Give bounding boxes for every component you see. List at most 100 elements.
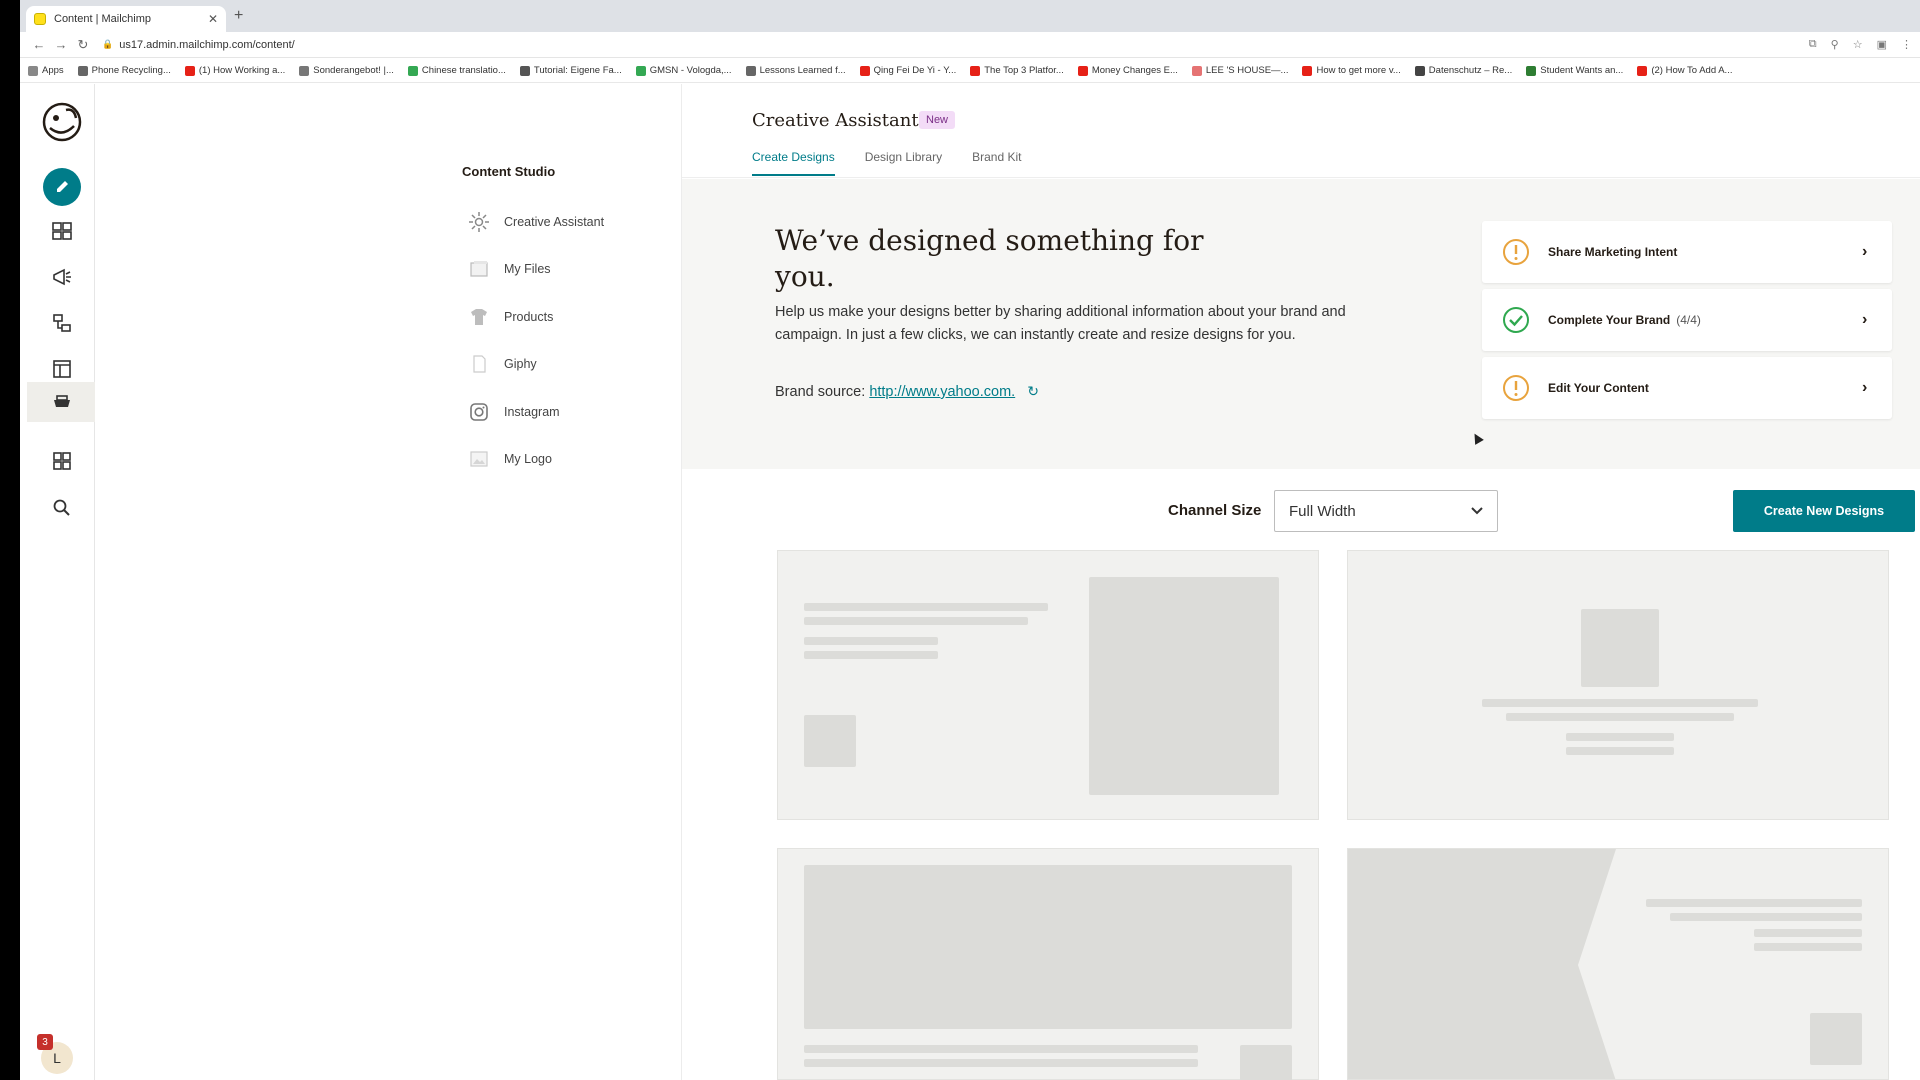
content-studio-icon xyxy=(54,395,70,407)
tab-create-designs[interactable]: Create Designs xyxy=(752,150,835,176)
campaigns-nav-button[interactable] xyxy=(49,264,75,290)
brand-source-link[interactable]: http://www.yahoo.com. xyxy=(869,384,1015,400)
bookmark-favicon-icon xyxy=(1414,65,1425,76)
create-new-designs-button[interactable]: Create New Designs xyxy=(1733,490,1915,532)
design-placeholder-card[interactable] xyxy=(1347,550,1889,820)
skeleton-line xyxy=(1482,699,1758,707)
bookmark-item[interactable]: Student Wants an... xyxy=(1526,65,1623,76)
back-icon[interactable]: ← xyxy=(28,37,50,52)
bookmark-item[interactable]: Money Changes E... xyxy=(1077,65,1178,76)
app: L 3 Content Studio Creative Assistant My… xyxy=(20,84,1920,1080)
audience-nav-button[interactable] xyxy=(49,218,75,244)
sidebar-item-my-logo[interactable]: My Logo xyxy=(468,436,668,484)
bookmark-item[interactable]: Datenschutz – Re... xyxy=(1414,65,1513,76)
design-placeholder-card[interactable] xyxy=(777,550,1319,820)
hero-panel: We’ve designed something for you. Help u… xyxy=(682,179,1920,469)
design-placeholder-card[interactable] xyxy=(1347,848,1889,1080)
address-bar[interactable]: 🔒 us17.admin.mailchimp.com/content/ xyxy=(102,35,1809,55)
sidebar-item-my-files[interactable]: My Files xyxy=(468,246,668,294)
warning-icon xyxy=(1503,375,1529,401)
bookmark-label: The Top 3 Platfor... xyxy=(984,65,1064,76)
bookmark-item[interactable]: How to get more v... xyxy=(1302,65,1401,76)
bookmark-label: Datenschutz – Re... xyxy=(1428,65,1513,76)
browser-tab[interactable]: Content | Mailchimp ✕ xyxy=(26,6,226,32)
refresh-icon[interactable]: ↻ xyxy=(1027,383,1039,400)
bookmark-favicon-icon xyxy=(407,65,418,76)
step-complete-your-brand[interactable]: Complete Your Brand (4/4) › xyxy=(1482,289,1892,351)
step-count: (4/4) xyxy=(1676,313,1701,327)
reload-icon[interactable]: ↻ xyxy=(72,37,94,53)
pencil-icon xyxy=(57,181,68,192)
megaphone-icon xyxy=(53,268,71,286)
forward-icon[interactable]: → xyxy=(50,37,72,52)
step-edit-your-content[interactable]: Edit Your Content › xyxy=(1482,357,1892,419)
create-pencil-button[interactable] xyxy=(43,168,81,206)
extension-icon[interactable]: ▣ xyxy=(1877,38,1887,51)
new-tab-icon[interactable]: + xyxy=(234,7,243,25)
sidebar-item-creative-assistant[interactable]: Creative Assistant xyxy=(468,198,668,246)
hero-heading: We’ve designed something for you. xyxy=(775,224,1204,293)
bookmark-item[interactable]: Sonderangebot! |... xyxy=(299,65,394,76)
bookmark-item[interactable]: The Top 3 Platfor... xyxy=(970,65,1064,76)
file-icon xyxy=(468,353,490,375)
bookmark-favicon-icon xyxy=(1191,65,1202,76)
url-text: us17.admin.mailchimp.com/content/ xyxy=(119,38,295,51)
content-studio-nav: Creative Assistant My Files Products Gip… xyxy=(468,198,668,483)
bookmark-favicon-icon xyxy=(1637,65,1648,76)
chevron-right-icon: › xyxy=(1862,379,1868,396)
bookmark-label: How to get more v... xyxy=(1316,65,1401,76)
translate-icon[interactable]: ⧉ xyxy=(1809,38,1817,51)
automations-nav-button[interactable] xyxy=(49,310,75,336)
content-nav-button[interactable] xyxy=(49,389,75,415)
step-share-marketing-intent[interactable]: Share Marketing Intent › xyxy=(1482,221,1892,283)
tab-design-library[interactable]: Design Library xyxy=(865,150,942,176)
channel-size-label: Channel Size xyxy=(1168,502,1262,519)
sidebar-item-instagram[interactable]: Instagram xyxy=(468,388,668,436)
bookmark-favicon-icon xyxy=(859,65,870,76)
bookmark-favicon-icon xyxy=(635,65,646,76)
search-icon xyxy=(53,499,70,516)
bookmark-item[interactable]: Chinese translatio... xyxy=(407,65,506,76)
brand-source: Brand source: http://www.yahoo.com. ↻ xyxy=(775,383,1039,400)
bookmark-label: Lessons Learned f... xyxy=(759,65,846,76)
browser-toolbar: ← → ↻ 🔒 us17.admin.mailchimp.com/content… xyxy=(20,32,1920,58)
bookmark-item[interactable]: Qing Fei De Yi - Y... xyxy=(859,65,956,76)
channel-size-select[interactable]: Full Width xyxy=(1274,490,1498,532)
bookmark-item[interactable]: (1) How Working a... xyxy=(184,65,285,76)
menu-icon[interactable]: ⋮ xyxy=(1901,38,1912,51)
step-label: Edit Your Content xyxy=(1548,381,1649,395)
skeleton-line xyxy=(1646,899,1862,907)
bookmark-favicon-icon xyxy=(1077,65,1088,76)
skeleton-line xyxy=(804,651,938,659)
sidebar-item-label: Products xyxy=(504,309,554,324)
design-placeholder-card[interactable] xyxy=(777,848,1319,1080)
website-nav-button[interactable] xyxy=(49,356,75,382)
bookmark-item[interactable]: Tutorial: Eigene Fa... xyxy=(519,65,622,76)
bookmark-item[interactable]: LEE 'S HOUSE—... xyxy=(1191,65,1288,76)
bookmark-item[interactable]: GMSN - Vologda,... xyxy=(635,65,732,76)
check-circle-icon xyxy=(1503,307,1529,333)
close-tab-icon[interactable]: ✕ xyxy=(208,12,218,26)
bookmark-item[interactable]: (2) How To Add A... xyxy=(1637,65,1732,76)
skeleton-line xyxy=(1754,929,1862,937)
tab-brand-kit[interactable]: Brand Kit xyxy=(972,150,1021,176)
sidebar-item-label: My Logo xyxy=(504,452,552,467)
bookmarks-bar: Apps Phone Recycling... (1) How Working a.… xyxy=(20,59,1920,83)
sidebar-item-giphy[interactable]: Giphy xyxy=(468,341,668,389)
search-nav-button[interactable] xyxy=(49,495,75,521)
star-icon[interactable]: ☆ xyxy=(1853,38,1863,51)
shirt-icon xyxy=(468,306,490,328)
mailchimp-logo-icon[interactable] xyxy=(40,100,84,144)
content-studio-title: Content Studio xyxy=(462,164,556,179)
bookmark-item[interactable]: Lessons Learned f... xyxy=(745,65,846,76)
bookmark-label: (2) How To Add A... xyxy=(1651,65,1733,76)
bookmark-item[interactable]: Phone Recycling... xyxy=(77,65,171,76)
sidebar-item-products[interactable]: Products xyxy=(468,293,668,341)
integrations-nav-button[interactable] xyxy=(49,448,75,474)
sidebar-item-label: My Files xyxy=(504,262,551,277)
bookmark-label: Tutorial: Eigene Fa... xyxy=(533,65,622,76)
bookmark-item[interactable]: Apps xyxy=(28,65,64,76)
bookmark-label: GMSN - Vologda,... xyxy=(649,65,732,76)
zoom-icon[interactable]: ⚲ xyxy=(1831,38,1839,51)
skeleton-image xyxy=(804,865,1292,1029)
